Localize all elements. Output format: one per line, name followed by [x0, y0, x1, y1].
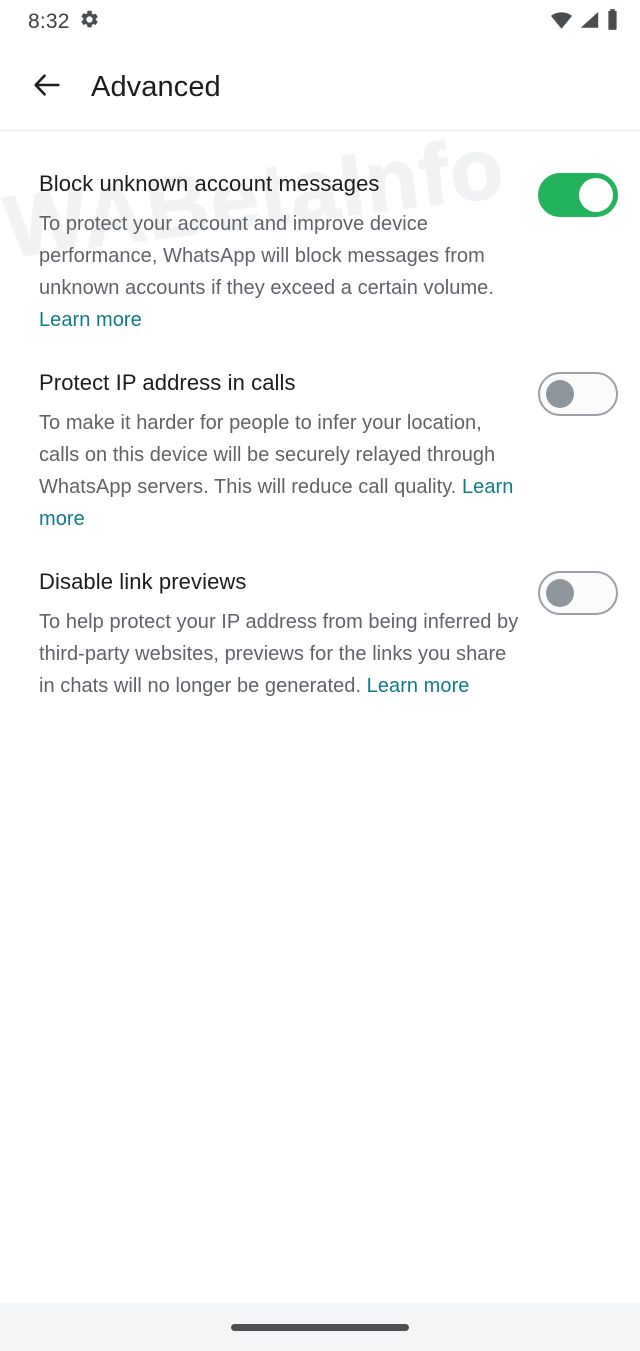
learn-more-link[interactable]: Learn more	[367, 675, 470, 697]
setting-row-protect-ip-address-in-calls[interactable]: Protect IP address in calls To make it h…	[0, 352, 640, 551]
setting-row-disable-link-previews[interactable]: Disable link previews To help protect yo…	[0, 551, 640, 718]
app-bar: Advanced	[0, 44, 640, 130]
header-divider	[0, 130, 640, 131]
setting-text-group: Protect IP address in calls To make it h…	[39, 368, 538, 535]
setting-text-group: Block unknown account messages To protec…	[39, 169, 538, 336]
toggle-block-unknown-account-messages[interactable]	[538, 173, 618, 217]
phone-screen: WABetaInfo 8:32 Advanced Block unknown a…	[0, 0, 640, 1351]
setting-description-text: To protect your account and improve devi…	[39, 213, 494, 299]
cellular-signal-icon	[578, 9, 601, 36]
battery-full-icon	[605, 8, 620, 36]
status-bar-right	[549, 8, 620, 36]
setting-text-group: Disable link previews To help protect yo…	[39, 567, 538, 702]
status-bar-left: 8:32	[28, 9, 100, 35]
setting-description: To protect your account and improve devi…	[39, 208, 520, 336]
toggle-thumb	[579, 178, 613, 212]
toggle-disable-link-previews[interactable]	[538, 571, 618, 615]
setting-title: Protect IP address in calls	[39, 370, 296, 395]
toggle-thumb	[546, 579, 574, 607]
wifi-icon	[549, 9, 574, 36]
status-bar: 8:32	[0, 0, 640, 44]
setting-description: To help protect your IP address from bei…	[39, 606, 520, 702]
setting-description: To make it harder for people to infer yo…	[39, 407, 520, 535]
setting-description-text: To make it harder for people to infer yo…	[39, 412, 496, 498]
page-title: Advanced	[91, 70, 221, 103]
back-arrow-icon	[31, 69, 63, 106]
back-button[interactable]	[24, 64, 70, 110]
setting-title: Block unknown account messages	[39, 171, 380, 196]
system-navigation-bar	[0, 1303, 640, 1351]
home-indicator[interactable]	[231, 1323, 409, 1331]
setting-title: Disable link previews	[39, 569, 247, 594]
toggle-thumb	[546, 380, 574, 408]
setting-row-block-unknown-account-messages[interactable]: Block unknown account messages To protec…	[0, 153, 640, 352]
learn-more-link[interactable]: Learn more	[39, 309, 142, 331]
gear-icon	[79, 9, 100, 35]
settings-list: Block unknown account messages To protec…	[0, 131, 640, 1303]
status-bar-clock: 8:32	[28, 10, 70, 33]
toggle-protect-ip-address-in-calls[interactable]	[538, 372, 618, 416]
